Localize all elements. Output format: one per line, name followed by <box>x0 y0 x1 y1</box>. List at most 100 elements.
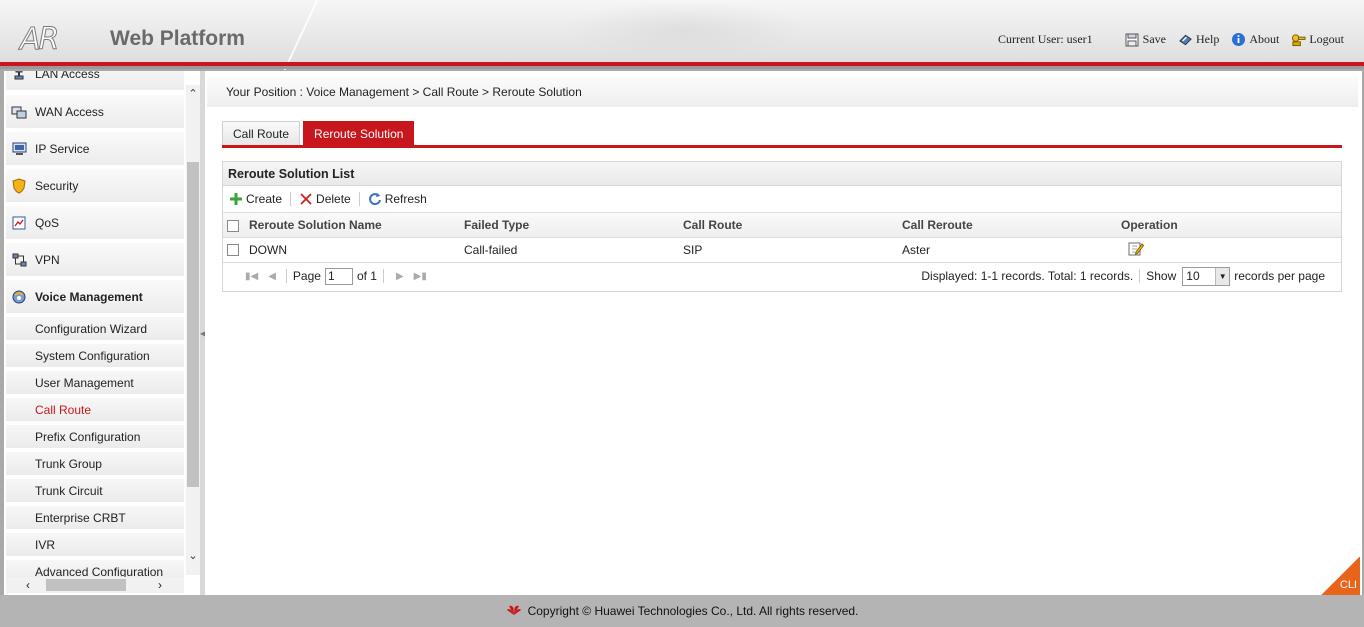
sidebar-item-wan-access[interactable]: WAN Access <box>6 95 184 130</box>
header-actions: Current User: user1 Save Help About Logo… <box>998 32 1344 47</box>
logout-icon <box>1291 32 1306 47</box>
refresh-icon <box>368 192 382 206</box>
sidebar-vertical-scrollbar[interactable]: ⌃ ⌄ <box>186 85 200 575</box>
ip-service-icon <box>10 140 28 158</box>
main-content: Your Position : Voice Management > Call … <box>205 71 1362 595</box>
chevron-down-icon[interactable]: ▼ <box>1215 267 1230 285</box>
column-header: Operation <box>1121 213 1341 238</box>
refresh-label: Refresh <box>384 192 427 206</box>
sidebar-subitem-configuration-wizard[interactable]: Configuration Wizard <box>6 317 184 342</box>
chevron-left-icon[interactable]: ‹ <box>20 577 36 593</box>
shield-icon <box>10 177 28 195</box>
sidebar-item-label: VPN <box>35 252 60 267</box>
sidebar-item-ip-service[interactable]: IP Service <box>6 132 184 167</box>
sidebar-subitem-call-route[interactable]: Call Route <box>6 398 184 423</box>
header-divider <box>0 66 1364 69</box>
create-label: Create <box>246 192 283 206</box>
save-label: Save <box>1142 32 1166 46</box>
help-icon <box>1178 32 1193 47</box>
sidebar-subitem-user-management[interactable]: User Management <box>6 371 184 396</box>
scrollbar-thumb[interactable] <box>46 579 126 591</box>
tab-bar: Call Route Reroute Solution <box>222 121 417 146</box>
sidebar-subitem-label: Trunk Circuit <box>35 483 103 498</box>
sidebar-subitem-ivr[interactable]: IVR <box>6 533 184 558</box>
sidebar-item-label: IP Service <box>35 141 90 156</box>
sidebar-item-voice-management[interactable]: Voice Management <box>6 280 184 315</box>
chevron-right-icon[interactable]: › <box>152 577 168 593</box>
sidebar-subitem-trunk-circuit[interactable]: Trunk Circuit <box>6 479 184 504</box>
help-button[interactable]: Help <box>1178 32 1219 47</box>
column-header[interactable]: Call Reroute <box>902 213 1121 238</box>
delete-label: Delete <box>316 192 351 206</box>
logo-text: Web Platform <box>110 27 245 50</box>
sidebar-subitem-label: Prefix Configuration <box>35 429 141 444</box>
create-button[interactable]: Create <box>229 192 282 206</box>
row-select-cell <box>223 237 245 263</box>
cli-button[interactable]: CLI <box>1320 557 1360 595</box>
sidebar-subitem-trunk-group[interactable]: Trunk Group <box>6 452 184 477</box>
about-icon <box>1231 32 1246 47</box>
sidebar-subitem-label: Enterprise CRBT <box>35 510 126 525</box>
sidebar-subitem-enterprise-crbt[interactable]: Enterprise CRBT <box>6 506 184 531</box>
tab-call-route[interactable]: Call Route <box>222 121 301 146</box>
close-icon <box>299 192 313 206</box>
table-row[interactable]: DOWN Call-failed SIP Aster <box>223 237 1341 263</box>
help-label: Help <box>1196 32 1220 46</box>
first-page-icon[interactable]: ▮◀ <box>245 271 258 282</box>
column-header[interactable]: Failed Type <box>464 213 683 238</box>
cell-operation <box>1121 237 1341 263</box>
sidebar-subitem-prefix-configuration[interactable]: Prefix Configuration <box>6 425 184 450</box>
refresh-button[interactable]: Refresh <box>368 192 427 206</box>
about-label: About <box>1249 32 1280 46</box>
column-header[interactable]: Call Route <box>683 213 902 238</box>
sidebar-item-vpn[interactable]: VPN <box>6 243 184 278</box>
header-map-decoration <box>560 0 810 60</box>
sidebar-subitem-system-configuration[interactable]: System Configuration <box>6 344 184 369</box>
vpn-icon <box>10 251 28 269</box>
sidebar-item-label: LAN Access <box>35 71 100 81</box>
last-page-icon[interactable]: ▶▮ <box>414 271 427 282</box>
chevron-down-icon[interactable]: ⌄ <box>186 549 200 563</box>
page-of-label: of 1 <box>356 269 377 283</box>
next-page-icon[interactable]: ▶ <box>396 271 404 282</box>
logout-button[interactable]: Logout <box>1291 32 1344 47</box>
about-button[interactable]: About <box>1231 32 1279 47</box>
prev-page-icon[interactable]: ◀ <box>268 271 276 282</box>
select-all-checkbox[interactable] <box>227 219 239 232</box>
toolbar-separator <box>358 192 360 206</box>
column-header[interactable]: Reroute Solution Name <box>245 213 464 238</box>
delete-button[interactable]: Delete <box>299 192 351 206</box>
sidebar-item-qos[interactable]: QoS <box>6 206 184 241</box>
row-checkbox[interactable] <box>227 244 239 257</box>
cell-name: DOWN <box>245 237 464 263</box>
pager-separator <box>1139 269 1141 283</box>
scrollbar-thumb[interactable] <box>187 162 199 487</box>
edit-icon[interactable] <box>1128 242 1145 259</box>
sidebar-item-lan-access[interactable]: LAN Access <box>6 71 184 92</box>
sidebar-subitem-label: Trunk Group <box>35 456 102 471</box>
sidebar-item-label: Security <box>35 178 79 193</box>
select-all-cell <box>223 213 245 238</box>
breadcrumb: Your Position : Voice Management > Call … <box>207 77 1358 107</box>
plus-icon <box>229 192 243 206</box>
footer: Copyright © Huawei Technologies Co., Ltd… <box>0 595 1364 627</box>
pager-separator <box>382 269 384 283</box>
toolbar-separator <box>290 192 292 206</box>
chevron-up-icon[interactable]: ⌃ <box>186 87 200 101</box>
sidebar-item-security[interactable]: Security <box>6 169 184 204</box>
save-icon <box>1125 32 1140 47</box>
header-decoration <box>283 0 319 70</box>
lan-icon <box>10 71 28 83</box>
page-size-select[interactable]: 10 ▼ <box>1182 266 1231 286</box>
sidebar-horizontal-scrollbar[interactable]: ‹ › <box>6 577 184 593</box>
save-button[interactable]: Save <box>1125 32 1166 47</box>
sidebar-subitem-label: User Management <box>35 375 134 390</box>
tab-reroute-solution[interactable]: Reroute Solution <box>303 121 415 146</box>
sidebar-item-label: QoS <box>35 215 60 230</box>
app-header: AR Web Platform Current User: user1 Save… <box>0 0 1364 70</box>
current-user: Current User: user1 <box>998 32 1093 46</box>
sidebar-subitem-label: IVR <box>35 537 56 552</box>
show-label: Show <box>1146 269 1177 283</box>
copyright-text: Copyright © Huawei Technologies Co., Ltd… <box>527 604 859 618</box>
page-input[interactable]: 1 <box>324 267 353 285</box>
